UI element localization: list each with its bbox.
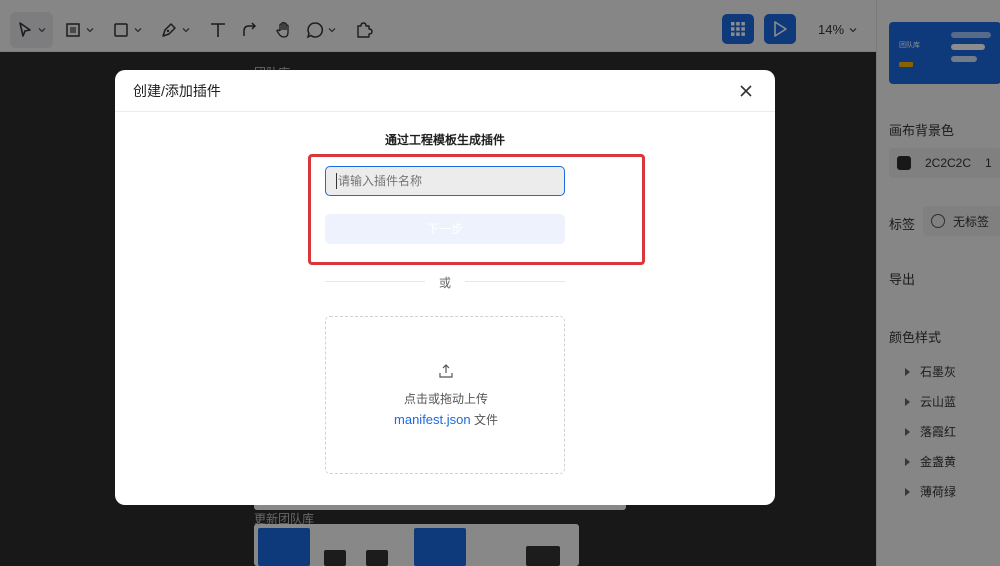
next-step-button[interactable]: 下一步 — [325, 214, 565, 244]
upload-hint: 点击或拖动上传 — [403, 392, 488, 406]
create-plugin-dialog: 创建/添加插件 通过工程模板生成插件 下一步 或 点击或拖动上传 manifes… — [115, 70, 775, 505]
or-separator: 或 — [438, 276, 451, 290]
manifest-upload-area[interactable]: 点击或拖动上传 manifest.json 文件 — [325, 316, 565, 474]
manifest-file-name: manifest.json — [394, 412, 471, 427]
plugin-name-input[interactable] — [325, 166, 565, 196]
upload-file-hint: manifest.json 文件 — [326, 411, 566, 428]
divider-right — [465, 281, 565, 282]
file-suffix: 文件 — [473, 413, 498, 427]
upload-icon — [439, 364, 453, 378]
close-icon[interactable] — [737, 82, 755, 100]
dialog-subtitle: 通过工程模板生成插件 — [384, 133, 505, 147]
dialog-title: 创建/添加插件 — [115, 70, 775, 112]
text-caret — [336, 173, 337, 189]
